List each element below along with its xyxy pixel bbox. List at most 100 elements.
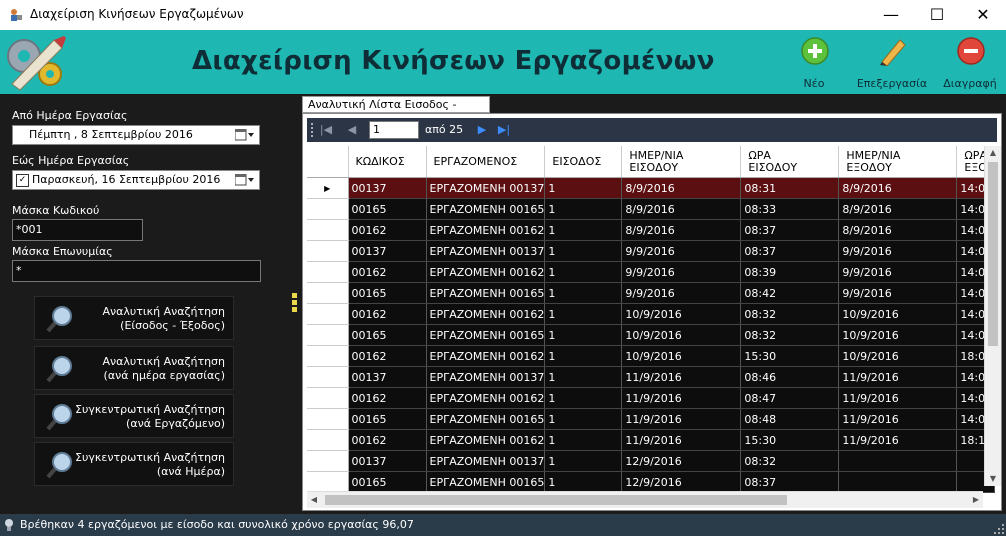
table-cell[interactable]: ΕΡΓΑΖΟΜΕΝΗ 00162 — [426, 345, 546, 367]
table-cell[interactable]: 1 — [544, 471, 623, 493]
to-date-checkbox[interactable]: ✓ — [16, 174, 29, 187]
record-position-input[interactable]: 1 — [369, 121, 419, 139]
table-cell[interactable]: 10/9/2016 — [621, 345, 742, 367]
table-cell[interactable]: 08:37 — [740, 240, 840, 262]
delete-button[interactable]: Διαγραφή — [930, 32, 1006, 92]
table-cell[interactable]: 8/9/2016 — [621, 219, 742, 241]
scroll-up-icon[interactable]: ▲ — [985, 146, 1001, 160]
row-header[interactable] — [307, 261, 349, 283]
table-row[interactable]: 00137 ΕΡΓΑΖΟΜΕΝΗ 00137 1 12/9/2016 08:32 — [307, 450, 996, 472]
vertical-scrollbar[interactable]: ▲ ▼ — [984, 146, 1001, 486]
column-header[interactable]: ΚΩΔΙΚΟΣ — [348, 146, 427, 178]
row-header[interactable] — [307, 471, 349, 493]
table-cell[interactable]: 10/9/2016 — [621, 303, 742, 325]
table-cell[interactable]: 10/9/2016 — [838, 345, 958, 367]
close-button[interactable]: ✕ — [960, 0, 1006, 30]
table-cell[interactable]: ΕΡΓΑΖΟΜΕΝΗ 00137 — [426, 450, 546, 472]
table-cell[interactable]: 00165 — [348, 324, 427, 346]
panel-splitter-handle[interactable] — [291, 292, 298, 318]
table-cell[interactable]: 1 — [544, 303, 623, 325]
table-cell[interactable]: 10/9/2016 — [621, 324, 742, 346]
table-cell[interactable]: 8/9/2016 — [838, 198, 958, 220]
table-row[interactable]: 00165 ΕΡΓΑΖΟΜΕΝΗ 00165 1 11/9/2016 08:48 11/9… — [307, 408, 996, 430]
table-cell[interactable]: 00162 — [348, 303, 427, 325]
table-cell[interactable]: 00165 — [348, 198, 427, 220]
table-row[interactable]: 00162 ΕΡΓΑΖΟΜΕΝΗ 00162 1 10/9/2016 15:30 10/9… — [307, 345, 996, 367]
table-cell[interactable]: 12/9/2016 — [621, 471, 742, 493]
scroll-left-icon[interactable]: ◀ — [307, 492, 321, 508]
table-cell[interactable] — [838, 450, 958, 472]
table-cell[interactable]: 00137 — [348, 240, 427, 262]
table-cell[interactable]: 9/9/2016 — [838, 240, 958, 262]
table-cell[interactable]: ΕΡΓΑΖΟΜΕΝΗ 00162 — [426, 387, 546, 409]
table-cell[interactable]: 9/9/2016 — [838, 282, 958, 304]
row-header[interactable] — [307, 387, 349, 409]
detailed-search-per-day-button[interactable]: Αναλυτική Αναζήτηση (ανά ημέρα εργασίας) — [34, 346, 234, 390]
vertical-scroll-thumb[interactable] — [988, 162, 998, 346]
table-cell[interactable]: 00165 — [348, 471, 427, 493]
table-cell[interactable]: 11/9/2016 — [838, 429, 958, 451]
surname-mask-input[interactable]: * — [12, 260, 261, 282]
table-cell[interactable]: 8/9/2016 — [838, 177, 958, 199]
table-cell[interactable] — [838, 471, 958, 493]
table-cell[interactable]: 11/9/2016 — [621, 387, 742, 409]
table-row[interactable]: 00162 ΕΡΓΑΖΟΜΕΝΗ 00162 1 8/9/2016 08:37 8/9/2… — [307, 219, 996, 241]
table-cell[interactable]: 8/9/2016 — [838, 219, 958, 241]
summary-search-per-day-button[interactable]: Συγκεντρωτική Αναζήτηση (ανά Ημέρα) — [34, 442, 234, 486]
table-cell[interactable]: 1 — [544, 387, 623, 409]
column-header[interactable]: ΕΙΣΟΔΟΣ — [544, 146, 623, 178]
row-header[interactable] — [307, 450, 349, 472]
table-cell[interactable]: ΕΡΓΑΖΟΜΕΝΗ 00165 — [426, 408, 546, 430]
horizontal-scrollbar[interactable]: ◀ ▶ — [307, 491, 983, 508]
to-date-picker[interactable]: ✓ Παρασκευή, 16 Σεπτεμβρίου 2016 — [12, 170, 260, 190]
table-cell[interactable]: 11/9/2016 — [838, 387, 958, 409]
calendar-dropdown-icon[interactable] — [235, 129, 255, 141]
table-cell[interactable]: ΕΡΓΑΖΟΜΕΝΗ 00137 — [426, 177, 546, 199]
table-cell[interactable]: 08:33 — [740, 198, 840, 220]
table-cell[interactable]: 00162 — [348, 387, 427, 409]
table-cell[interactable]: 1 — [544, 429, 623, 451]
table-cell[interactable]: 1 — [544, 261, 623, 283]
code-mask-input[interactable]: *001 — [12, 219, 143, 241]
table-cell[interactable]: 08:47 — [740, 387, 840, 409]
table-cell[interactable]: 08:32 — [740, 450, 840, 472]
edit-button[interactable]: Επεξεργασία — [852, 32, 932, 92]
column-header[interactable]: ΩΡΑ ΕΙΣΟΔΟΥ — [740, 146, 840, 178]
row-header[interactable] — [307, 366, 349, 388]
table-cell[interactable]: 11/9/2016 — [838, 408, 958, 430]
table-row[interactable]: 00137 ΕΡΓΑΖΟΜΕΝΗ 00137 1 11/9/2016 08:46 11/9… — [307, 366, 996, 388]
table-cell[interactable]: 1 — [544, 366, 623, 388]
table-cell[interactable]: 1 — [544, 282, 623, 304]
table-row[interactable]: 00165 ΕΡΓΑΖΟΜΕΝΗ 00165 1 9/9/2016 08:42 9/9/2… — [307, 282, 996, 304]
table-cell[interactable]: 08:39 — [740, 261, 840, 283]
row-header[interactable] — [307, 282, 349, 304]
table-cell[interactable]: ΕΡΓΑΖΟΜΕΝΗ 00165 — [426, 324, 546, 346]
table-cell[interactable]: 9/9/2016 — [621, 240, 742, 262]
row-header[interactable] — [307, 219, 349, 241]
table-row[interactable]: 00165 ΕΡΓΑΖΟΜΕΝΗ 00165 1 8/9/2016 08:33 8/9/2… — [307, 198, 996, 220]
table-cell[interactable]: 00162 — [348, 219, 427, 241]
row-header[interactable] — [307, 345, 349, 367]
maximize-button[interactable]: ☐ — [914, 0, 960, 30]
minimize-button[interactable]: — — [868, 0, 914, 30]
table-cell[interactable]: 08:48 — [740, 408, 840, 430]
table-cell[interactable]: 9/9/2016 — [621, 282, 742, 304]
table-cell[interactable]: 11/9/2016 — [621, 429, 742, 451]
table-cell[interactable]: 1 — [544, 450, 623, 472]
table-cell[interactable]: 08:32 — [740, 324, 840, 346]
table-row[interactable]: ▶ 00137 ΕΡΓΑΖΟΜΕΝΗ 00137 1 8/9/2016 08:31 8/9/… — [307, 177, 996, 199]
column-header[interactable]: ΕΡΓΑΖΟΜΕΝΟΣ — [426, 146, 546, 178]
table-cell[interactable]: 10/9/2016 — [838, 303, 958, 325]
table-cell[interactable]: 1 — [544, 240, 623, 262]
table-cell[interactable]: 00137 — [348, 177, 427, 199]
table-row[interactable]: 00162 ΕΡΓΑΖΟΜΕΝΗ 00162 1 9/9/2016 08:39 9/9/2… — [307, 261, 996, 283]
table-cell[interactable]: 00137 — [348, 366, 427, 388]
table-cell[interactable]: 00162 — [348, 345, 427, 367]
table-row[interactable]: 00162 ΕΡΓΑΖΟΜΕΝΗ 00162 1 10/9/2016 08:32 10/9… — [307, 303, 996, 325]
table-cell[interactable]: 15:30 — [740, 429, 840, 451]
table-cell[interactable]: ΕΡΓΑΖΟΜΕΝΗ 00165 — [426, 198, 546, 220]
row-header[interactable] — [307, 198, 349, 220]
table-cell[interactable]: 00165 — [348, 408, 427, 430]
last-record-icon[interactable]: ▶| — [497, 123, 511, 137]
scroll-right-icon[interactable]: ▶ — [969, 492, 983, 508]
